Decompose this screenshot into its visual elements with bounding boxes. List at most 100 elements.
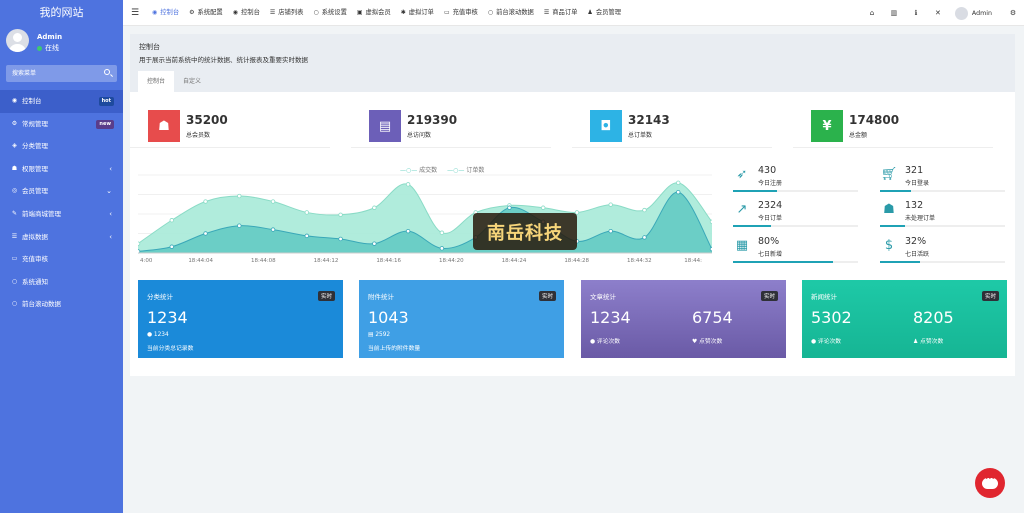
line-chart-icon: ↗ (736, 202, 748, 217)
data-point[interactable] (203, 199, 208, 204)
sidebar-item-dashboard[interactable]: ◉ 控制台 hot (0, 90, 123, 113)
trash-icon[interactable]: ▥ (883, 9, 905, 17)
sidebar-item-notifications[interactable]: ○ 系统通知 (0, 271, 123, 294)
avatar[interactable] (954, 6, 968, 20)
progress-fill (880, 190, 912, 192)
data-point[interactable] (237, 223, 242, 228)
data-point[interactable] (709, 246, 715, 252)
dollar-icon: $ (884, 238, 894, 253)
card-value-2: 6754 (692, 308, 733, 327)
data-point[interactable] (676, 180, 681, 185)
stat-label: 总订单数 (628, 132, 653, 139)
data-point[interactable] (169, 244, 174, 249)
chat-widget-button[interactable] (975, 468, 1005, 498)
data-point[interactable] (439, 230, 445, 235)
admin-name[interactable]: Admin (972, 10, 992, 17)
search-icon[interactable] (104, 69, 110, 75)
data-point[interactable] (372, 241, 377, 246)
right-stat-login: 🛒︎ 321 今日登录 (880, 163, 1010, 193)
data-point[interactable] (270, 227, 276, 232)
data-point[interactable] (304, 233, 310, 239)
sidebar-item-scroll-data[interactable]: ○ 前台滚动数据 (0, 293, 123, 316)
tab-scroll-data[interactable]: ○ 前台滚动数据 (483, 0, 539, 26)
keyboard-icon: ▭ (443, 8, 450, 16)
sidebar-item-category[interactable]: ◈ 分类管理 (0, 135, 123, 158)
fullscreen-icon[interactable]: ✕ (927, 9, 949, 17)
data-point[interactable] (642, 207, 647, 213)
right-stat-label: 今日注册 (758, 180, 783, 187)
search-input[interactable] (6, 65, 96, 82)
tab-virtual-orders[interactable]: ✱ 虚拟订单 (396, 0, 439, 26)
x-tick-label: 18:44:12 (314, 258, 339, 264)
yen-icon: ¥ (811, 110, 843, 142)
tab-store-list[interactable]: ☰ 店铺列表 (265, 0, 309, 26)
tab-label: 虚拟订单 (408, 8, 434, 16)
tab-dashboard-2[interactable]: ◉ 控制台 (228, 0, 265, 26)
data-point[interactable] (270, 199, 276, 204)
watermark-logo: 南岳科技 (473, 213, 577, 250)
card-sub-value: ● 1234 (147, 332, 169, 338)
list-icon: ☰ (543, 8, 550, 16)
sidebar-item-recharge-review[interactable]: ▭ 充值审核 (0, 248, 123, 271)
tab-dashboard[interactable]: ◉ 控制台 (147, 0, 184, 26)
sidebar-item-general[interactable]: ⚙ 常规管理 new (0, 113, 123, 136)
card-value-2: 8205 (913, 308, 954, 327)
tab-recharge-review[interactable]: ▭ 充值审核 (439, 0, 483, 26)
data-point[interactable] (203, 231, 208, 236)
data-point[interactable] (372, 205, 377, 210)
card-title: 新闻统计 (811, 293, 837, 301)
dashboard-icon: ◉ (152, 8, 158, 16)
data-point[interactable] (642, 235, 647, 240)
tab-system-config[interactable]: ⚙ 系统配置 (184, 0, 228, 26)
list-icon: ☰ (11, 232, 18, 240)
site-logo[interactable]: 我的网站 (0, 0, 123, 26)
sidebar-item-permission[interactable]: ☗ 权限管理 ‹ (0, 158, 123, 181)
data-point[interactable] (338, 212, 343, 217)
topbar: ☰ ◉ 控制台 ⚙ 系统配置 ◉ 控制台 ☰ 店铺列表 ○ 系统设置 ▣ 虚拟会员 ✱ 虚拟订… (123, 0, 1024, 26)
tab-label: 控制台 (160, 8, 180, 16)
keyboard-icon: ▭ (11, 255, 18, 263)
data-point[interactable] (507, 205, 512, 210)
legend-item[interactable]: 订单数 (447, 165, 484, 174)
progress-fill (733, 225, 771, 227)
data-point[interactable] (676, 189, 681, 195)
sidebar-menu: ◉ 控制台 hot ⚙ 常规管理 new ◈ 分类管理 ☗ 权限管理 ‹ ◎ 会员管理 ⌄ ✎ 前端… (0, 90, 123, 316)
data-point[interactable] (135, 241, 141, 246)
tab-custom[interactable]: 自定义 (174, 71, 210, 92)
chevron-left-icon: ‹ (109, 209, 112, 218)
x-tick-label: 18:44:32 (627, 258, 652, 264)
data-point[interactable] (338, 236, 343, 242)
data-point[interactable] (608, 228, 613, 234)
tab-label: 系统设置 (321, 8, 347, 16)
tab-console[interactable]: 控制台 (138, 71, 175, 92)
data-point[interactable] (405, 182, 411, 187)
x-tick-label: 18:44:28 (564, 258, 589, 264)
sidebar-item-virtual-data[interactable]: ☰ 虚拟数据 ‹ (0, 226, 123, 249)
tab-member-management[interactable]: ♟ 会员管理 (582, 0, 626, 26)
dashboard-icon: ◉ (11, 97, 18, 104)
sidebar-item-frontend-shop[interactable]: ✎ 前端商城管理 ‹ (0, 203, 123, 226)
tab-system-settings[interactable]: ○ 系统设置 (308, 0, 351, 26)
sidebar-item-members[interactable]: ◎ 会员管理 ⌄ (0, 180, 123, 203)
progress-fill (733, 261, 833, 263)
data-point[interactable] (439, 246, 445, 251)
translate-icon[interactable]: ℹ (905, 9, 927, 17)
x-tick-label: 18:44: (684, 258, 702, 264)
sidebar-item-label: 前端商城管理 (22, 209, 61, 218)
data-point[interactable] (709, 219, 715, 224)
data-point[interactable] (237, 193, 242, 199)
right-stat-value: 32% (905, 236, 927, 247)
tab-product-orders[interactable]: ☰ 商品订单 (539, 0, 583, 26)
tab-virtual-members[interactable]: ▣ 虚拟会员 (352, 0, 396, 26)
realtime-badge: 实时 (538, 291, 556, 301)
menu-toggle-icon[interactable]: ☰ (123, 8, 147, 18)
legend-item[interactable]: 成交数 (400, 165, 437, 174)
data-point[interactable] (304, 210, 310, 215)
data-point[interactable] (608, 202, 613, 207)
gear-icon[interactable]: ⚙ (1002, 9, 1024, 17)
data-point[interactable] (405, 228, 411, 234)
right-stat-register: ➶ 430 今日注册 (733, 163, 863, 193)
home-icon[interactable]: ⌂ (861, 9, 883, 17)
data-point[interactable] (169, 218, 174, 223)
data-point[interactable] (540, 205, 546, 210)
